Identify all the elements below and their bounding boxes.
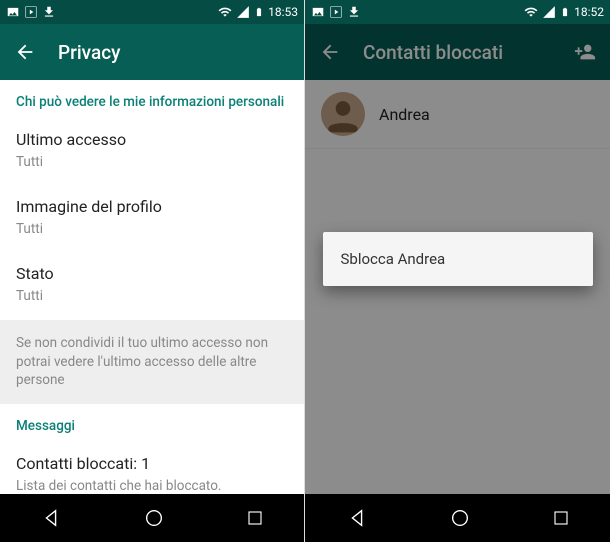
- signal-icon: [236, 5, 250, 19]
- item-sub: Tutti: [16, 220, 288, 238]
- phone-privacy: 18:53 Privacy Chi può vedere le mie info…: [0, 0, 305, 542]
- status-bar: 18:53: [0, 0, 304, 24]
- item-title: Contatti bloccati: 1: [16, 454, 288, 473]
- section-personal-info: Chi può vedere le mie informazioni perso…: [0, 80, 304, 118]
- back-arrow-icon[interactable]: [14, 41, 36, 63]
- battery-icon: [254, 5, 264, 19]
- item-sub: Tutti: [16, 287, 288, 305]
- phone-blocked: 18:52 Contatti bloccati Andrea Sblocca A…: [305, 0, 610, 542]
- play-icon: [329, 5, 343, 19]
- clock-text: 18:53: [268, 5, 298, 19]
- download-icon: [347, 5, 361, 19]
- nav-bar: [0, 494, 304, 542]
- unblock-dialog: Sblocca Andrea: [323, 232, 593, 286]
- status-bar: 18:52: [305, 0, 610, 24]
- battery-icon: [560, 5, 570, 19]
- page-title: Privacy: [58, 41, 120, 64]
- clock-text: 18:52: [574, 5, 604, 19]
- nav-home-icon[interactable]: [143, 507, 165, 529]
- dialog-scrim[interactable]: Sblocca Andrea: [305, 24, 610, 494]
- nav-recent-icon[interactable]: [552, 509, 570, 527]
- signal-icon: [542, 5, 556, 19]
- item-profile-photo[interactable]: Immagine del profilo Tutti: [0, 185, 304, 252]
- nav-back-icon[interactable]: [40, 507, 62, 529]
- item-blocked-contacts[interactable]: Contatti bloccati: 1 Lista dei contatti …: [0, 442, 304, 494]
- nav-back-icon[interactable]: [346, 507, 368, 529]
- item-status[interactable]: Stato Tutti: [0, 252, 304, 319]
- wifi-icon: [218, 5, 232, 19]
- item-title: Stato: [16, 264, 288, 283]
- download-icon: [42, 5, 56, 19]
- nav-home-icon[interactable]: [449, 507, 471, 529]
- item-title: Immagine del profilo: [16, 197, 288, 216]
- app-bar: Privacy: [0, 24, 304, 80]
- nav-bar: [305, 494, 610, 542]
- item-last-seen[interactable]: Ultimo accesso Tutti: [0, 118, 304, 185]
- privacy-content: Chi può vedere le mie informazioni perso…: [0, 80, 304, 494]
- panorama-icon: [311, 5, 325, 19]
- item-sub: Tutti: [16, 153, 288, 171]
- nav-recent-icon[interactable]: [246, 509, 264, 527]
- dialog-option-unblock[interactable]: Sblocca Andrea: [341, 250, 575, 268]
- item-title: Ultimo accesso: [16, 130, 288, 149]
- panorama-icon: [6, 5, 20, 19]
- play-icon: [24, 5, 38, 19]
- last-seen-note: Se non condividi il tuo ultimo accesso n…: [0, 320, 304, 405]
- item-sub: Lista dei contatti che hai bloccato.: [16, 477, 288, 494]
- section-messages: Messaggi: [0, 404, 304, 442]
- wifi-icon: [524, 5, 538, 19]
